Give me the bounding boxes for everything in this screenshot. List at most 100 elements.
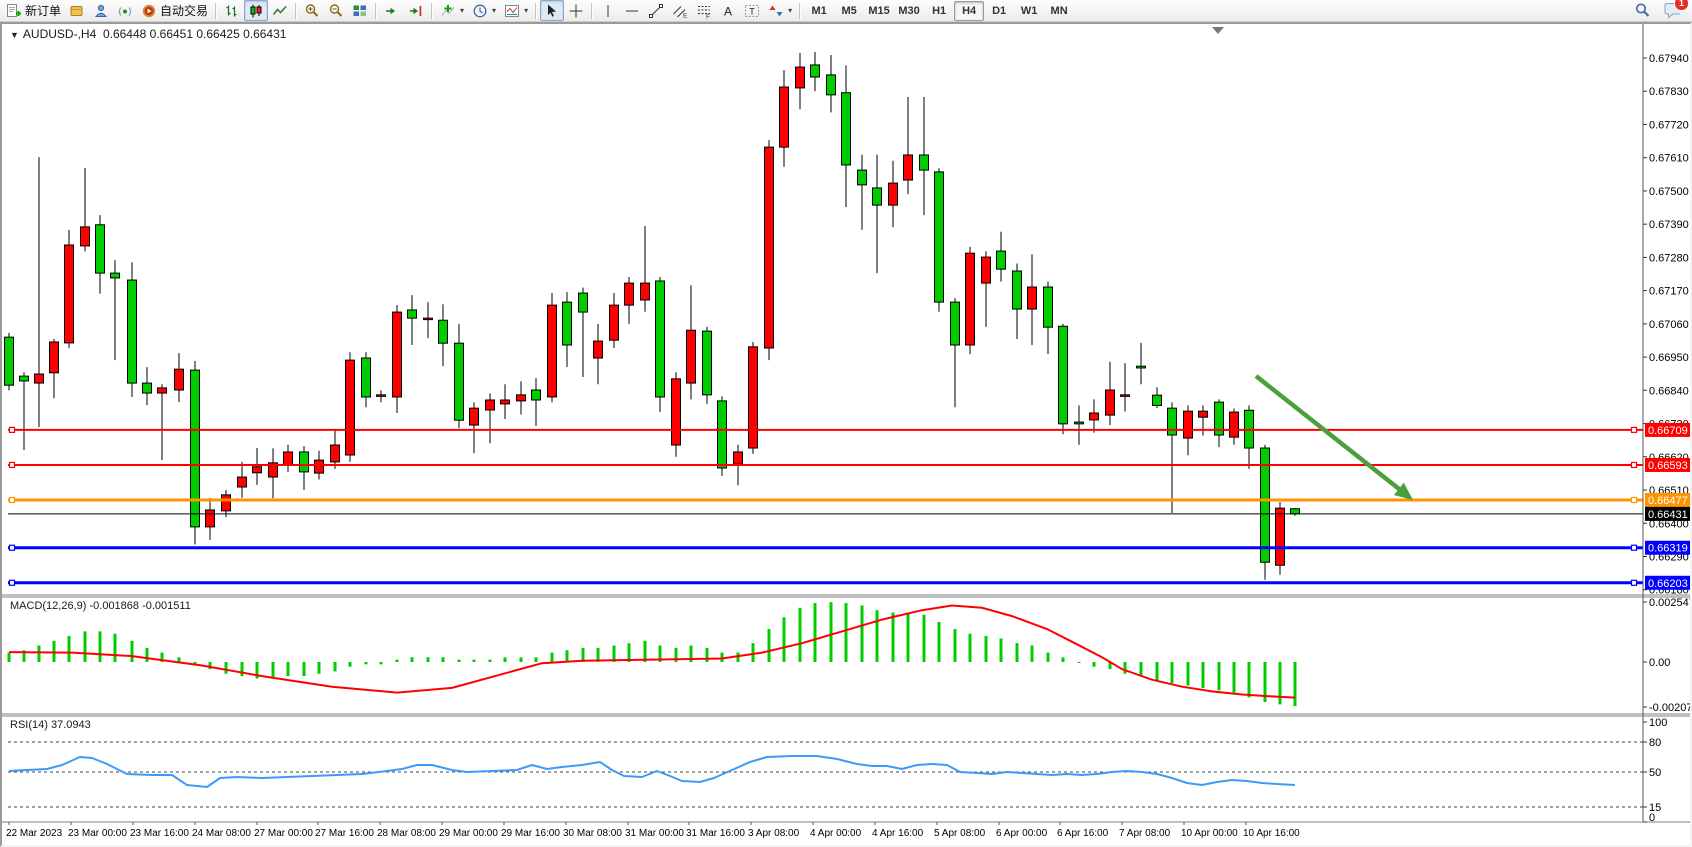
- line-handle[interactable]: [1632, 580, 1637, 585]
- line-handle[interactable]: [1632, 545, 1637, 550]
- fibonacci-icon: F: [696, 3, 712, 19]
- rsi-indicator: [8, 742, 1643, 807]
- chart-canvas[interactable]: 0.679400.678300.677200.676100.675000.673…: [2, 24, 1690, 845]
- svg-text:E: E: [683, 12, 688, 19]
- toolbar-button-line-chart[interactable]: [268, 0, 292, 21]
- templates-icon: [504, 3, 520, 19]
- line-handle[interactable]: [1632, 427, 1637, 432]
- timeframe-button-m15[interactable]: M15: [864, 1, 894, 21]
- toolbar-button-vertical-line[interactable]: [596, 0, 620, 21]
- timeframe-button-h4[interactable]: H4: [954, 1, 984, 21]
- signals-icon: [117, 3, 133, 19]
- svg-text:5 Apr 08:00: 5 Apr 08:00: [934, 828, 986, 839]
- toolbar-button-fibonacci[interactable]: F: [692, 0, 716, 21]
- macd-label: MACD(12,26,9) -0.001868 -0.001511: [10, 600, 191, 612]
- toolbar-button-horizontal-line[interactable]: [620, 0, 644, 21]
- toolbar-button-label: 自动交易: [160, 2, 208, 19]
- toolbar-button-trendline[interactable]: [644, 0, 668, 21]
- auto-scroll-icon: [384, 3, 400, 19]
- toolbar-button-indicators[interactable]: ▾: [436, 0, 468, 21]
- notification-badge[interactable]: 1: [1674, 0, 1689, 11]
- svg-text:0.67170: 0.67170: [1649, 286, 1689, 298]
- auto-trading-icon: [141, 3, 157, 19]
- toolbar-button-search[interactable]: [1630, 0, 1654, 21]
- svg-text:0.67720: 0.67720: [1649, 119, 1689, 131]
- toolbar-button-periods[interactable]: ▾: [468, 0, 500, 21]
- toolbar-button-zoom-out[interactable]: [324, 0, 348, 21]
- timeframe-button-m5[interactable]: M5: [834, 1, 864, 21]
- line-handle[interactable]: [10, 462, 15, 467]
- toolbar-separator: [375, 3, 377, 19]
- toolbar-button-arrows[interactable]: ▾: [764, 0, 796, 21]
- symbol-dropdown-icon[interactable]: ▼: [10, 30, 19, 40]
- macd-indicator: [8, 602, 1297, 706]
- svg-text:7 Apr 08:00: 7 Apr 08:00: [1119, 828, 1171, 839]
- toolbar-button-signals[interactable]: [113, 0, 137, 21]
- line-handle[interactable]: [10, 427, 15, 432]
- timeframe-button-mn[interactable]: MN: [1044, 1, 1074, 21]
- svg-text:0.66477: 0.66477: [1648, 495, 1688, 507]
- svg-text:4 Apr 00:00: 4 Apr 00:00: [810, 828, 862, 839]
- market-watch-icon: [69, 3, 85, 19]
- trend-arrow-annotation[interactable]: [1256, 376, 1413, 500]
- toolbar-button-crosshair[interactable]: [564, 0, 588, 21]
- hline-0.66477[interactable]: [8, 497, 1643, 502]
- symbol-period-label: AUDUSD-,H4: [23, 27, 96, 41]
- toolbar-button-text[interactable]: A: [716, 0, 740, 21]
- toolbar-button-market-watch[interactable]: [65, 0, 89, 21]
- toolbar-separator: [799, 3, 801, 19]
- svg-text:0.66950: 0.66950: [1649, 352, 1689, 364]
- chevron-down-icon[interactable]: ▾: [460, 6, 464, 15]
- hline-0.66203[interactable]: [8, 580, 1643, 585]
- line-handle[interactable]: [10, 545, 15, 550]
- svg-text:3 Apr 08:00: 3 Apr 08:00: [748, 828, 800, 839]
- timeframe-button-m30[interactable]: M30: [894, 1, 924, 21]
- time-axis[interactable]: 22 Mar 202323 Mar 00:0023 Mar 16:0024 Ma…: [6, 822, 1300, 839]
- toolbar-button-candlestick-chart[interactable]: [244, 0, 268, 21]
- chevron-down-icon[interactable]: ▾: [524, 6, 528, 15]
- svg-text:23 Mar 00:00: 23 Mar 00:00: [68, 828, 127, 839]
- macd-signal-line: [9, 606, 1295, 698]
- timeframe-button-d1[interactable]: D1: [984, 1, 1014, 21]
- chevron-down-icon[interactable]: ▾: [788, 6, 792, 15]
- svg-text:F: F: [706, 13, 710, 19]
- toolbar-button-templates[interactable]: ▾: [500, 0, 532, 21]
- toolbar-button-cursor[interactable]: [540, 0, 564, 21]
- toolbar-button-new-order[interactable]: 新订单: [2, 0, 65, 21]
- svg-text:0.002547: 0.002547: [1649, 597, 1690, 609]
- svg-text:100: 100: [1649, 717, 1667, 729]
- toolbar-buttons: 新订单 自动交易 ▾ ▾ ▾ E FAT ▾ M1M5M15M30H1H4D1W1MN: [2, 0, 1630, 22]
- toolbar-button-tile-windows[interactable]: [348, 0, 372, 21]
- hline-0.66319[interactable]: [8, 545, 1643, 550]
- toolbar-button-auto-scroll[interactable]: [380, 0, 404, 21]
- toolbar-button-text-label[interactable]: T: [740, 0, 764, 21]
- chart-title[interactable]: ▼AUDUSD-,H4 0.66448 0.66451 0.66425 0.66…: [10, 27, 286, 41]
- svg-text:22 Mar 2023: 22 Mar 2023: [6, 828, 63, 839]
- svg-text:29 Mar 16:00: 29 Mar 16:00: [501, 828, 560, 839]
- timeframe-button-h1[interactable]: H1: [924, 1, 954, 21]
- toolbar-button-zoom-in[interactable]: [300, 0, 324, 21]
- chart-shift-marker[interactable]: [1212, 27, 1224, 34]
- svg-text:28 Mar 08:00: 28 Mar 08:00: [377, 828, 436, 839]
- cursor-icon: [544, 3, 560, 19]
- svg-text:29 Mar 00:00: 29 Mar 00:00: [439, 828, 498, 839]
- price-tag-0.66709: 0.66709: [1645, 423, 1690, 437]
- horizontal-line-icon: [624, 3, 640, 19]
- line-handle[interactable]: [10, 497, 15, 502]
- line-handle[interactable]: [1632, 497, 1637, 502]
- line-handle[interactable]: [10, 580, 15, 585]
- toolbar-button-auto-trading[interactable]: 自动交易: [137, 0, 212, 21]
- toolbar-button-chat[interactable]: 1: [1660, 0, 1684, 21]
- hline-0.66709[interactable]: [8, 427, 1643, 432]
- chevron-down-icon[interactable]: ▾: [492, 6, 496, 15]
- toolbar-button-data-window[interactable]: [89, 0, 113, 21]
- main-toolbar: 新订单 自动交易 ▾ ▾ ▾ E FAT ▾ M1M5M15M30H1H4D1W1MN 1: [0, 0, 1692, 22]
- toolbar-button-chart-shift[interactable]: [404, 0, 428, 21]
- toolbar-button-equidistant-channel[interactable]: E: [668, 0, 692, 21]
- timeframe-button-m1[interactable]: M1: [804, 1, 834, 21]
- price-axis[interactable]: 0.679400.678300.677200.676100.675000.673…: [1643, 53, 1690, 824]
- data-window-icon: [93, 3, 109, 19]
- line-handle[interactable]: [1632, 462, 1637, 467]
- toolbar-button-bar-chart[interactable]: [220, 0, 244, 21]
- timeframe-button-w1[interactable]: W1: [1014, 1, 1044, 21]
